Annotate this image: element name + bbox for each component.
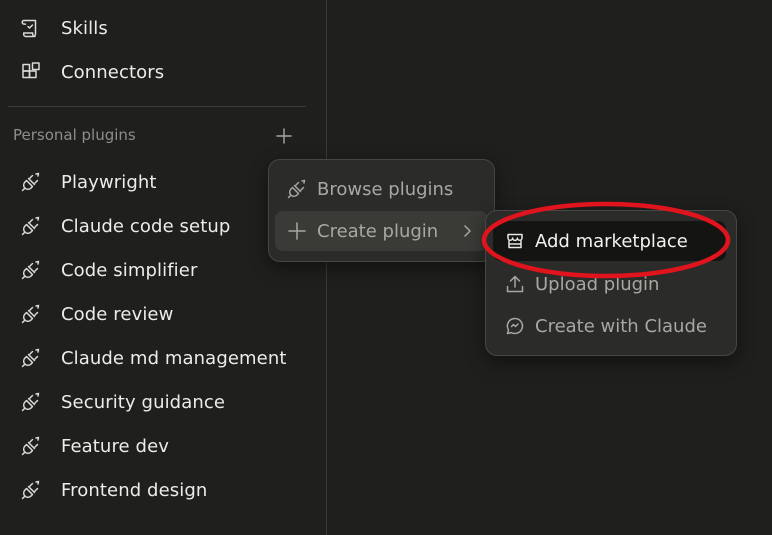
menu-item-label: Upload plugin (535, 273, 660, 295)
plug-icon (20, 303, 42, 325)
sidebar-item-skills[interactable]: Skills (0, 8, 300, 48)
menu-item-label: Add marketplace (535, 230, 688, 252)
sidebar-item-plugin[interactable]: Playwright (0, 162, 300, 202)
sidebar-item-label: Skills (61, 17, 108, 39)
sidebar-item-label: Security guidance (61, 391, 226, 413)
sidebar-item-label: Playwright (61, 171, 157, 193)
sidebar-item-plugin[interactable]: Claude md management (0, 338, 300, 378)
plug-icon (20, 391, 42, 413)
menu-item-label: Create with Claude (535, 315, 707, 337)
sidebar-item-plugin[interactable]: Claude code setup (0, 206, 300, 246)
sidebar-item-plugin[interactable]: Feature dev (0, 426, 300, 466)
sidebar-item-plugin[interactable]: Security guidance (0, 382, 300, 422)
sidebar-item-label: Connectors (61, 61, 165, 83)
menu-item-label: Browse plugins (317, 178, 454, 200)
sidebar-item-label: Code review (61, 303, 174, 325)
sidebar-item-label: Claude md management (61, 347, 287, 369)
menu-item-upload-plugin[interactable]: Upload plugin (493, 264, 726, 304)
menu-item-create-with-claude[interactable]: Create with Claude (493, 306, 726, 346)
sidebar-item-plugin[interactable]: Frontend design (0, 470, 300, 510)
plug-icon (20, 435, 42, 457)
menu-item-browse-plugins[interactable]: Browse plugins (275, 169, 488, 209)
sidebar-item-plugin[interactable]: Code review (0, 294, 300, 334)
sidebar-item-plugin[interactable]: Code simplifier (0, 250, 300, 290)
plus-icon (286, 220, 308, 242)
connectors-blocks-icon (20, 61, 42, 83)
plug-icon (20, 215, 42, 237)
sidebar-item-label: Claude code setup (61, 215, 231, 237)
menu-item-add-marketplace[interactable]: Add marketplace (493, 221, 726, 261)
store-icon (504, 230, 526, 252)
sidebar-item-label: Feature dev (61, 435, 169, 457)
sidebar-item-label: Frontend design (61, 479, 208, 501)
create-plugin-submenu: Add marketplace Upload plugin Create wit… (485, 210, 737, 356)
skills-scroll-icon (20, 17, 42, 39)
plus-icon (276, 128, 292, 144)
plug-icon (286, 178, 308, 200)
chat-bubble-icon (504, 315, 526, 337)
plug-icon (20, 347, 42, 369)
sidebar: Skills Connectors Personal plugins Playw… (0, 0, 327, 535)
menu-item-create-plugin[interactable]: Create plugin (275, 211, 488, 251)
menu-item-label: Create plugin (317, 220, 439, 242)
chevron-right-icon (460, 224, 474, 238)
plug-icon (20, 479, 42, 501)
plug-icon (20, 259, 42, 281)
upload-icon (504, 273, 526, 295)
plugin-menu: Browse plugins Create plugin (268, 159, 495, 262)
sidebar-item-connectors[interactable]: Connectors (0, 52, 300, 92)
sidebar-divider (8, 106, 306, 107)
section-title-personal-plugins: Personal plugins (13, 126, 136, 144)
plug-icon (20, 171, 42, 193)
sidebar-item-label: Code simplifier (61, 259, 198, 281)
add-plugin-button[interactable] (272, 124, 296, 148)
